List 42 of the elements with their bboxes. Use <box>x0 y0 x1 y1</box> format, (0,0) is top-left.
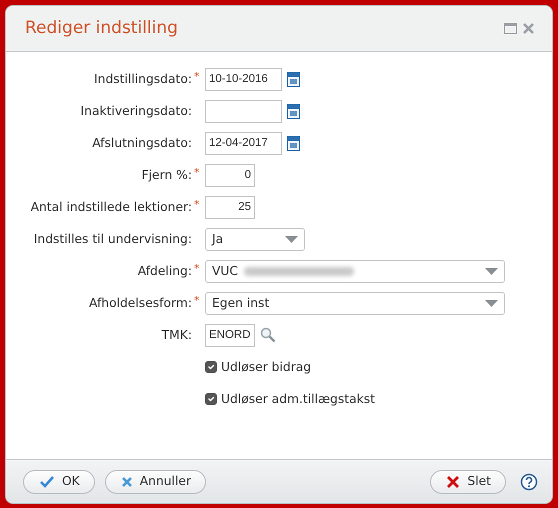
field-label: Indstilles til undervisning: <box>34 232 192 246</box>
cancel-button[interactable]: Annuller <box>104 470 206 494</box>
caret-icon <box>285 236 298 242</box>
help-icon[interactable] <box>520 472 538 490</box>
field-label: TMK: <box>162 328 192 342</box>
close-icon <box>447 476 460 488</box>
input-field[interactable] <box>205 100 282 122</box>
dropdown[interactable]: VUC <box>205 260 505 282</box>
close-icon <box>122 476 132 486</box>
ok-button[interactable]: OK <box>23 470 95 494</box>
dropdown[interactable]: Ja <box>205 228 305 250</box>
checkbox[interactable] <box>205 361 217 373</box>
delete-button[interactable]: Slet <box>430 470 506 494</box>
checkbox-label: Udløser bidrag <box>221 358 312 376</box>
input-field[interactable]: ENORD <box>205 324 255 346</box>
field-label: Fjern %: <box>142 168 192 182</box>
window-title: Rediger indstilling <box>25 16 179 40</box>
check-icon <box>40 476 54 488</box>
search-icon[interactable] <box>260 327 276 343</box>
input-field[interactable]: 25 <box>205 196 255 218</box>
input-field[interactable]: 0 <box>205 164 255 186</box>
required-mark: * <box>194 198 200 211</box>
required-mark: * <box>194 294 200 307</box>
checkbox[interactable] <box>205 393 217 405</box>
field-label: Afholdelsesform: <box>88 296 192 310</box>
field-label: Afslutningsdato: <box>92 136 192 150</box>
required-mark: * <box>194 70 200 83</box>
dropdown[interactable]: Egen inst <box>205 292 505 314</box>
calendar-icon[interactable] <box>287 136 300 150</box>
checkbox-label: Udløser adm.tillægstakst <box>221 390 375 408</box>
input-field[interactable]: 10-10-2016 <box>205 68 282 90</box>
required-mark: * <box>194 166 200 179</box>
field-label: Inaktiveringsdato: <box>80 104 192 118</box>
field-label: Indstillingsdato: <box>94 72 192 86</box>
required-mark: * <box>194 262 200 275</box>
field-label: Antal indstillede lektioner: <box>30 200 192 214</box>
calendar-icon[interactable] <box>287 72 300 86</box>
caret-icon <box>485 268 498 274</box>
caret-icon <box>485 300 498 306</box>
field-label: Afdeling: <box>138 264 192 278</box>
input-field[interactable]: 12-04-2017 <box>205 132 282 154</box>
calendar-icon[interactable] <box>287 104 300 118</box>
